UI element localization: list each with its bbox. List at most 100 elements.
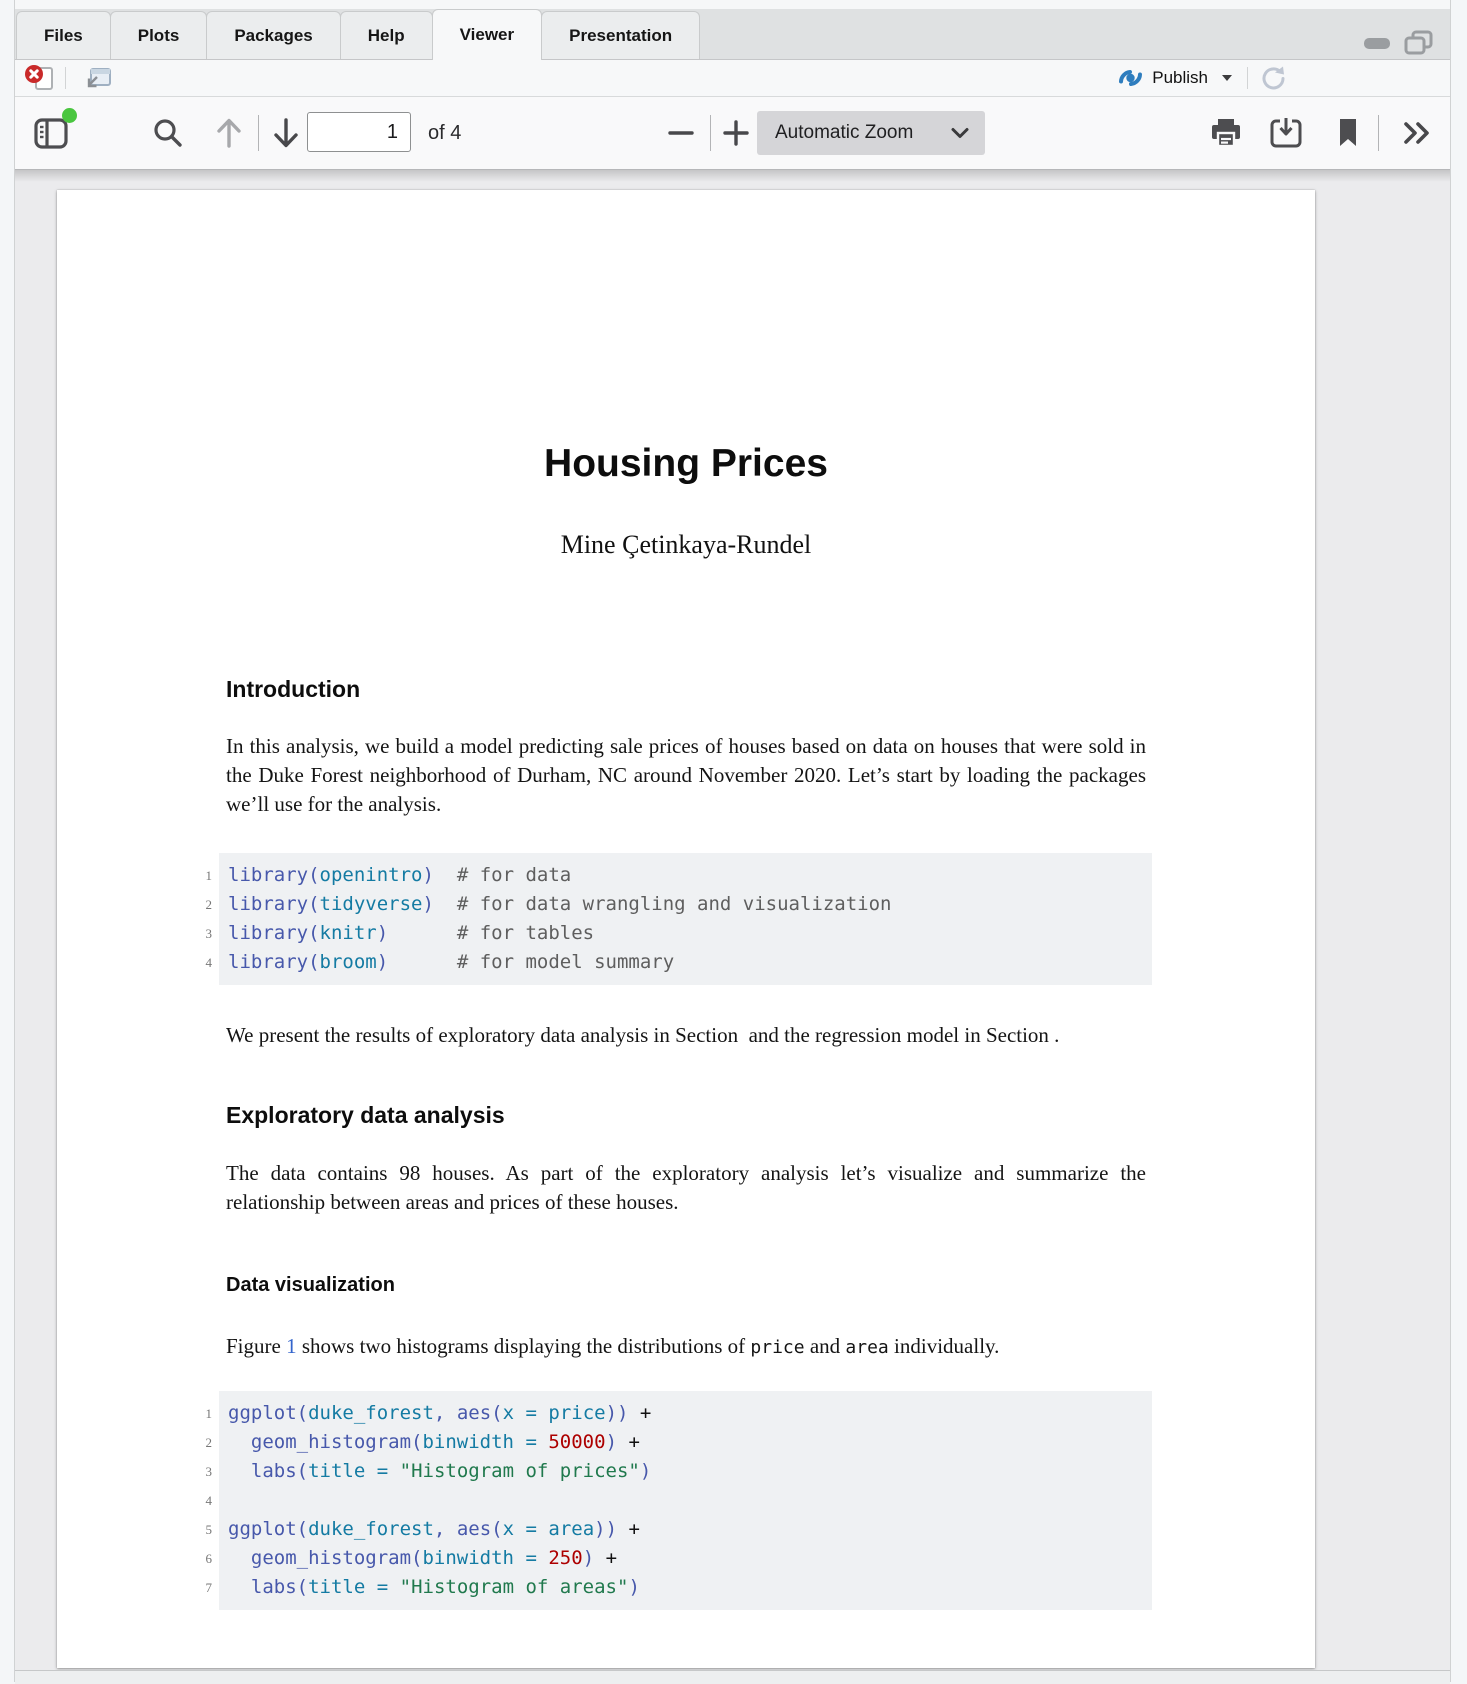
- restore-icon[interactable]: [1404, 30, 1434, 56]
- zoom-in-icon[interactable]: [722, 97, 750, 169]
- document-author: Mine Çetinkaya-Rundel: [226, 528, 1146, 562]
- code-token: [228, 1460, 251, 1482]
- code-token: binwidth: [422, 1431, 514, 1453]
- inline-code: area: [845, 1337, 888, 1358]
- zoom-out-icon[interactable]: [667, 97, 695, 169]
- minimize-icon[interactable]: [1362, 33, 1392, 53]
- pdf-viewport[interactable]: Housing Prices Mine Çetinkaya-Rundel Int…: [15, 170, 1450, 1670]
- code-line: 5ggplot(duke_forest, aes(x = area)) +: [228, 1515, 1152, 1544]
- code-token: [434, 864, 457, 886]
- page-number-input[interactable]: [307, 112, 411, 152]
- code-token: library(: [228, 864, 320, 886]
- tab-presentation[interactable]: Presentation: [541, 11, 700, 59]
- code-token: [388, 1460, 399, 1482]
- code-token: ,: [434, 1402, 457, 1424]
- code-token: ): [377, 922, 388, 944]
- toolbar-separator: [258, 115, 259, 151]
- line-number: 4: [182, 948, 212, 977]
- code-token: aes(: [457, 1518, 503, 1540]
- code-token: # for model summary: [457, 951, 674, 973]
- code-token: [514, 1402, 525, 1424]
- code-token: +: [617, 1431, 640, 1453]
- code-token: )): [594, 1518, 617, 1540]
- viewer-pane: FilesPlotsPackagesHelpViewerPresentation: [14, 0, 1451, 1682]
- text-segment: and: [805, 1334, 846, 1358]
- code-line: 4library(broom) # for model summary: [228, 948, 1152, 977]
- tab-viewer[interactable]: Viewer: [432, 9, 543, 60]
- tab-packages[interactable]: Packages: [206, 11, 340, 59]
- refresh-icon[interactable]: [1259, 65, 1287, 91]
- code-token: [365, 1460, 376, 1482]
- download-icon[interactable]: [1269, 97, 1303, 169]
- code-block-libraries: 1library(openintro) # for data2library(t…: [219, 853, 1152, 985]
- code-token: [537, 1518, 548, 1540]
- tab-files[interactable]: Files: [16, 11, 111, 59]
- tab-bar: FilesPlotsPackagesHelpViewerPresentation: [15, 0, 1450, 60]
- code-token: duke_forest: [308, 1518, 434, 1540]
- code-token: )): [606, 1402, 629, 1424]
- code-token: # for data wrangling and visualization: [457, 893, 892, 915]
- code-token: price: [548, 1402, 605, 1424]
- code-token: [228, 1431, 251, 1453]
- code-line: 2library(tidyverse) # for data wrangling…: [228, 890, 1152, 919]
- sidebar-toggle-icon[interactable]: [33, 97, 69, 169]
- code-token: ): [640, 1460, 651, 1482]
- text-segment: individually.: [889, 1334, 1000, 1358]
- bookmark-icon[interactable]: [1337, 97, 1359, 169]
- section-heading-eda: Exploratory data analysis: [226, 1100, 1146, 1130]
- arrow-down-icon[interactable]: [270, 97, 302, 169]
- code-token: area: [548, 1518, 594, 1540]
- code-token: =: [377, 1460, 388, 1482]
- toolbar-separator: [65, 67, 66, 89]
- figure-ref-link[interactable]: 1: [286, 1334, 297, 1358]
- search-icon[interactable]: [151, 97, 185, 169]
- eda-paragraph: The data contains 98 houses. As part of …: [226, 1159, 1146, 1217]
- double-chevron-icon[interactable]: [1401, 97, 1435, 169]
- code-token: library(: [228, 893, 320, 915]
- pdf-toolbar: of 4 Automatic Zoom: [15, 97, 1450, 170]
- code-token: =: [525, 1518, 536, 1540]
- code-token: x: [503, 1518, 514, 1540]
- code-token: title: [308, 1576, 365, 1598]
- code-line: 3 labs(title = "Histogram of prices"): [228, 1457, 1152, 1486]
- present-paragraph: We present the results of exploratory da…: [226, 1021, 1146, 1050]
- code-token: [514, 1518, 525, 1540]
- tab-help[interactable]: Help: [340, 11, 433, 59]
- code-token: aes(: [457, 1402, 503, 1424]
- line-number: 3: [182, 1457, 212, 1486]
- code-token: tidyverse: [320, 893, 423, 915]
- code-line: 2 geom_histogram(binwidth = 50000) +: [228, 1428, 1152, 1457]
- code-token: ): [606, 1431, 617, 1453]
- viewer-toolbar: Publish: [15, 60, 1450, 97]
- line-number: 6: [182, 1544, 212, 1573]
- code-token: binwidth: [422, 1547, 514, 1569]
- code-token: duke_forest: [308, 1402, 434, 1424]
- zoom-select-value: Automatic Zoom: [775, 122, 949, 144]
- arrow-up-icon[interactable]: [213, 97, 245, 169]
- code-token: =: [525, 1431, 536, 1453]
- publish-button[interactable]: Publish: [1117, 60, 1232, 96]
- code-token: library(: [228, 951, 320, 973]
- code-token: knitr: [320, 922, 377, 944]
- chevron-down-icon: [1222, 75, 1232, 81]
- publish-icon: [1117, 68, 1144, 88]
- stop-icon[interactable]: [24, 64, 56, 92]
- popout-icon[interactable]: [85, 66, 113, 90]
- code-token: broom: [320, 951, 377, 973]
- line-number: 2: [182, 890, 212, 919]
- print-icon[interactable]: [1209, 97, 1243, 169]
- code-token: "Histogram of areas": [400, 1576, 629, 1598]
- code-token: ): [422, 864, 433, 886]
- code-line: 4: [228, 1486, 1152, 1515]
- code-token: [365, 1576, 376, 1598]
- zoom-select[interactable]: Automatic Zoom: [757, 111, 985, 155]
- toolbar-separator: [710, 115, 711, 151]
- toolbar-separator: [1247, 67, 1248, 89]
- tab-plots[interactable]: Plots: [110, 11, 208, 59]
- text-segment: Figure: [226, 1334, 286, 1358]
- code-token: 50000: [548, 1431, 605, 1453]
- code-token: [514, 1431, 525, 1453]
- line-number: 4: [182, 1486, 212, 1515]
- code-line: 1ggplot(duke_forest, aes(x = price)) +: [228, 1399, 1152, 1428]
- code-line: 1library(openintro) # for data: [228, 861, 1152, 890]
